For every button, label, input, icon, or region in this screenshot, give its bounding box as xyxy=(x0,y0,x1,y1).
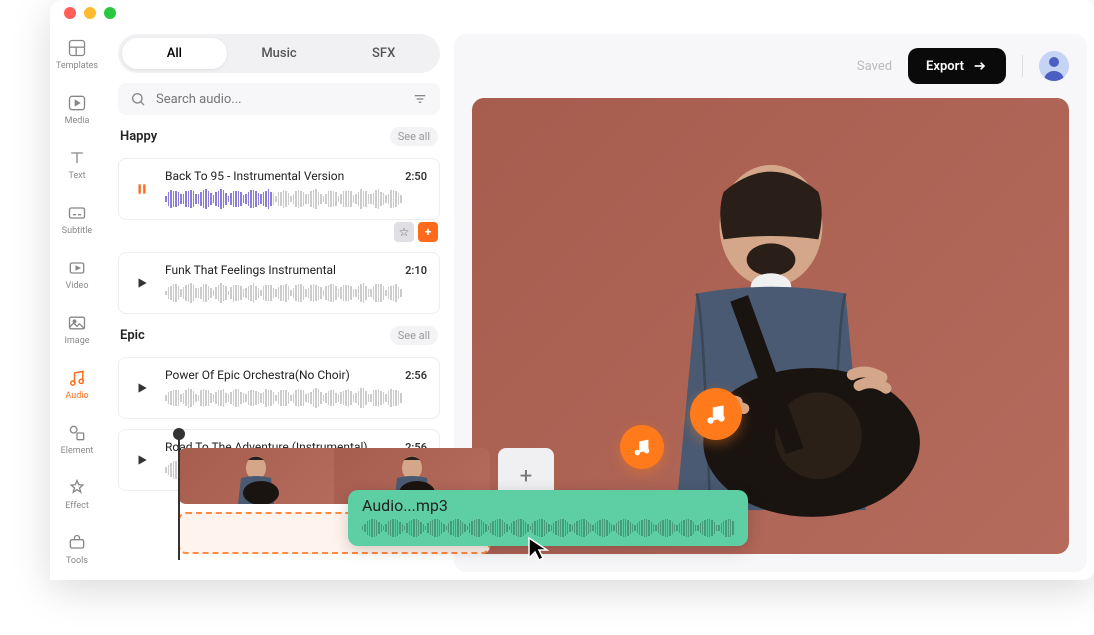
nav-effect[interactable]: Effect xyxy=(50,474,104,515)
media-icon xyxy=(67,93,87,113)
export-button[interactable]: Export xyxy=(908,48,1006,84)
nav-audio[interactable]: Audio xyxy=(50,364,104,405)
image-icon xyxy=(67,313,87,333)
tab-sfx[interactable]: SFX xyxy=(331,38,436,69)
track-duration: 2:10 xyxy=(405,264,427,277)
play-button[interactable] xyxy=(131,272,153,294)
play-button[interactable] xyxy=(131,449,153,471)
window-minimize[interactable] xyxy=(84,7,96,19)
add-track-button[interactable]: + xyxy=(418,222,438,242)
music-bubble-icon xyxy=(690,388,742,440)
tab-music[interactable]: Music xyxy=(227,38,332,69)
category-header-happy: Happy See all xyxy=(118,125,440,148)
tools-icon xyxy=(67,533,87,553)
templates-icon xyxy=(67,38,87,58)
search-row xyxy=(118,83,440,115)
playhead[interactable] xyxy=(178,430,180,560)
arrow-right-icon xyxy=(972,58,988,74)
titlebar xyxy=(50,0,1094,26)
search-input[interactable] xyxy=(156,92,402,107)
favorite-button[interactable]: ☆ xyxy=(394,222,414,242)
nav-subtitle[interactable]: Subtitle xyxy=(50,199,104,240)
nav-element[interactable]: Element xyxy=(50,419,104,460)
see-all-happy[interactable]: See all xyxy=(390,127,438,146)
pause-button[interactable] xyxy=(131,178,153,200)
track-row[interactable]: Funk That Feelings Instrumental 2:10 xyxy=(118,252,440,314)
waveform xyxy=(165,388,427,408)
play-button[interactable] xyxy=(131,377,153,399)
user-avatar[interactable] xyxy=(1039,51,1069,81)
preview-header: Saved Export xyxy=(454,34,1087,98)
divider xyxy=(1022,55,1023,77)
audio-tabs: All Music SFX xyxy=(118,34,440,73)
saved-status: Saved xyxy=(857,59,892,74)
window-close[interactable] xyxy=(64,7,76,19)
waveform xyxy=(165,189,427,209)
waveform xyxy=(165,283,427,303)
nav-tools[interactable]: Tools xyxy=(50,529,104,570)
window-maximize[interactable] xyxy=(104,7,116,19)
sidenav: Templates Media Text Subtitle Video Imag… xyxy=(50,26,104,580)
nav-video[interactable]: Video xyxy=(50,254,104,295)
see-all-epic[interactable]: See all xyxy=(390,326,438,345)
nav-templates[interactable]: Templates xyxy=(50,34,104,75)
nav-text[interactable]: Text xyxy=(50,144,104,185)
track-title: Back To 95 - Instrumental Version xyxy=(165,169,344,183)
cursor-icon xyxy=(526,536,550,564)
nav-image[interactable]: Image xyxy=(50,309,104,350)
text-icon xyxy=(67,148,87,168)
audio-icon xyxy=(67,368,87,388)
track-title: Power Of Epic Orchestra(No Choir) xyxy=(165,368,350,382)
category-header-epic: Epic See all xyxy=(118,324,440,347)
track-title: Funk That Feelings Instrumental xyxy=(165,263,336,277)
search-icon xyxy=(130,91,146,107)
tab-all[interactable]: All xyxy=(122,38,227,69)
track-row[interactable]: Back To 95 - Instrumental Version 2:50 xyxy=(118,158,440,220)
track-row[interactable]: Power Of Epic Orchestra(No Choir) 2:56 xyxy=(118,357,440,419)
track-duration: 2:50 xyxy=(405,170,427,183)
nav-media[interactable]: Media xyxy=(50,89,104,130)
effect-icon xyxy=(67,478,87,498)
element-icon xyxy=(67,423,87,443)
video-icon xyxy=(67,258,87,278)
track-duration: 2:56 xyxy=(405,369,427,382)
filter-icon[interactable] xyxy=(412,91,428,107)
subtitle-icon xyxy=(67,203,87,223)
music-bubble-icon xyxy=(620,425,664,469)
